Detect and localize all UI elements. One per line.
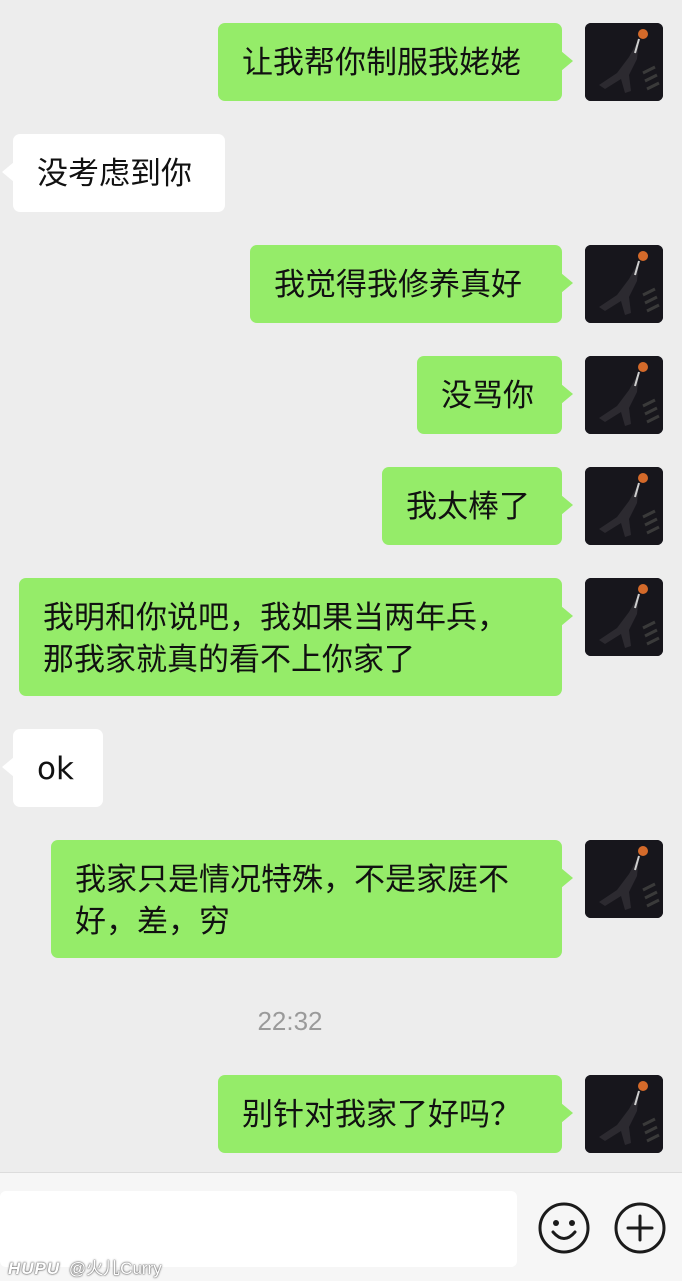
message-bubble[interactable]: 我明和你说吧，我如果当两年兵， 那我家就真的看不上你家了 (19, 578, 573, 696)
user-avatar[interactable] (585, 356, 663, 434)
message-bubble[interactable]: 我太棒了 (382, 467, 573, 545)
message-bubble[interactable]: 我家只是情况特殊，不是家庭不 好，差，穷 (51, 840, 573, 958)
user-avatar[interactable] (585, 578, 663, 656)
message-bubble[interactable]: 我觉得我修养真好 (250, 245, 573, 323)
avatar-jumpman-icon (585, 245, 663, 323)
avatar-jumpman-icon (585, 23, 663, 101)
user-avatar[interactable] (585, 840, 663, 918)
user-avatar[interactable] (585, 245, 663, 323)
avatar-jumpman-icon (585, 356, 663, 434)
plus-circle-icon[interactable] (613, 1201, 667, 1255)
avatar-jumpman-icon (585, 467, 663, 545)
avatar-jumpman-icon (585, 840, 663, 918)
watermark-user: @火儿Curry (68, 1259, 162, 1278)
user-avatar[interactable] (585, 23, 663, 101)
message-bubble[interactable]: ok (2, 729, 103, 807)
message-bubble[interactable]: 让我帮你制服我姥姥 (218, 23, 573, 101)
avatar-jumpman-icon (585, 578, 663, 656)
message-bubble[interactable]: 没考虑到你 (2, 134, 225, 212)
watermark: HUPU @火儿Curry (8, 1254, 162, 1279)
watermark-brand: HUPU (8, 1259, 61, 1278)
user-avatar[interactable] (585, 1075, 663, 1153)
avatar-jumpman-icon (585, 1075, 663, 1153)
user-avatar[interactable] (585, 467, 663, 545)
message-bubble[interactable]: 别针对我家了好吗？ (218, 1075, 573, 1153)
message-bubble[interactable]: 没骂你 (417, 356, 573, 434)
chat-timestamp: 22:32 (257, 1006, 323, 1036)
smiley-face-icon[interactable] (537, 1201, 591, 1255)
